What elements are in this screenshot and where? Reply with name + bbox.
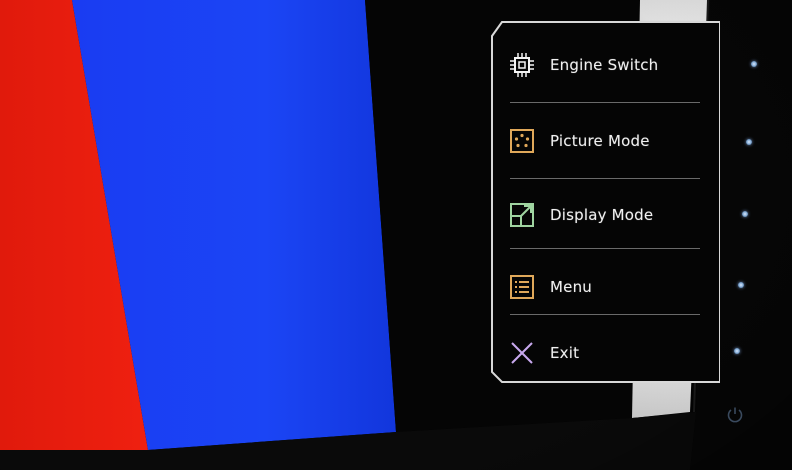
hardware-button-1[interactable] [751, 61, 757, 67]
osd-item-label: Picture Mode [550, 132, 650, 150]
osd-item-label: Exit [550, 344, 580, 362]
divider [510, 314, 700, 315]
menu-list-icon [510, 275, 534, 299]
osd-item-menu[interactable]: Menu [508, 262, 708, 312]
monitor-photo: Engine Switch Picture Mode Display Mode … [0, 0, 792, 470]
power-icon[interactable] [725, 405, 745, 425]
divider [510, 102, 700, 103]
osd-item-display-mode[interactable]: Display Mode [508, 190, 708, 240]
hardware-button-2[interactable] [746, 139, 752, 145]
display-mode-icon [510, 203, 534, 227]
osd-item-exit[interactable]: Exit [508, 328, 708, 378]
osd-item-picture-mode[interactable]: Picture Mode [508, 116, 708, 166]
close-x-icon [511, 342, 533, 364]
chip-icon [510, 53, 534, 77]
hardware-button-4[interactable] [738, 282, 744, 288]
osd-item-label: Display Mode [550, 206, 654, 224]
osd-item-label: Engine Switch [550, 56, 659, 74]
osd-item-label: Menu [550, 278, 592, 296]
hardware-button-3[interactable] [742, 211, 748, 217]
divider [510, 248, 700, 249]
osd-menu: Engine Switch Picture Mode Display Mode … [488, 18, 720, 386]
osd-item-engine-switch[interactable]: Engine Switch [508, 40, 708, 90]
hardware-button-5[interactable] [734, 348, 740, 354]
divider [510, 178, 700, 179]
picture-mode-icon [510, 129, 534, 153]
